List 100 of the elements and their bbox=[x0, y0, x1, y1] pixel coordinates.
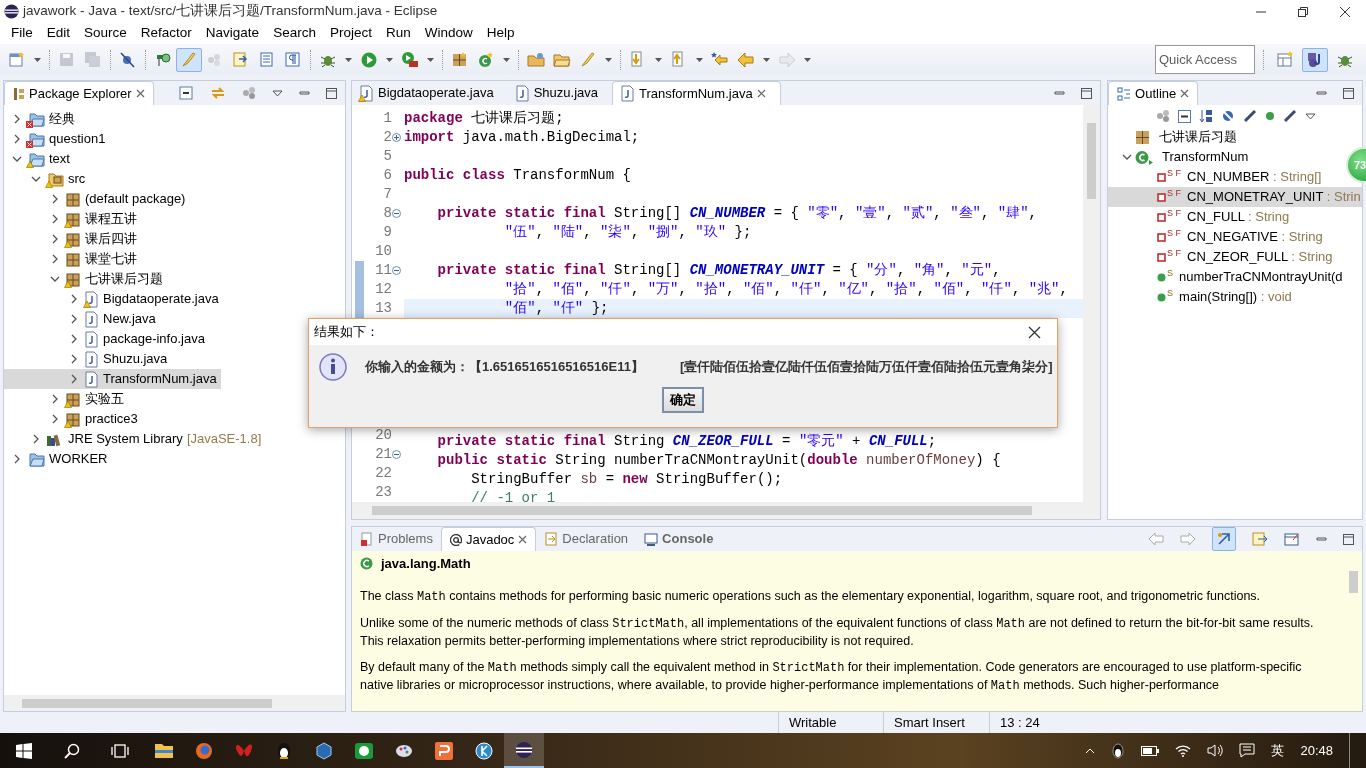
tree-item[interactable]: src bbox=[4, 169, 90, 189]
outline-item[interactable]: S main(String[]) : void bbox=[1108, 287, 1296, 307]
close-icon[interactable] bbox=[1180, 89, 1190, 98]
tree-item[interactable]: JRE System Library [JavaSE-1.8] bbox=[4, 429, 266, 449]
speaker-icon[interactable] bbox=[1207, 744, 1224, 757]
menu-item[interactable]: Window bbox=[417, 22, 480, 44]
outline-item[interactable]: S F CN_ZEOR_FULL : String bbox=[1108, 247, 1337, 267]
menu-item[interactable]: File bbox=[4, 22, 40, 44]
input-method-indicator[interactable]: 英 bbox=[1271, 740, 1285, 761]
tree-item[interactable]: package-info.java bbox=[4, 329, 209, 349]
outline-item[interactable]: S F CN_NUMBER : String[] bbox=[1108, 167, 1326, 187]
chevron-right-icon[interactable] bbox=[69, 294, 79, 304]
editor-tab[interactable]: Bigdataoperate.java bbox=[352, 81, 508, 105]
view-tab[interactable]: Outline bbox=[1108, 81, 1199, 105]
clock[interactable]: 20:48 bbox=[1300, 740, 1333, 761]
tree-item[interactable]: 经典 bbox=[4, 109, 79, 129]
menu-item[interactable]: Run bbox=[378, 22, 418, 44]
chevron-right-icon[interactable] bbox=[69, 354, 79, 364]
minimize-icon[interactable] bbox=[299, 88, 310, 98]
fold-minus-icon[interactable] bbox=[392, 450, 401, 460]
chevron-right-icon[interactable] bbox=[12, 454, 22, 464]
tree-item[interactable]: 课堂七讲 bbox=[4, 249, 141, 269]
close-icon[interactable] bbox=[1340, 6, 1350, 17]
minimize-icon[interactable] bbox=[1316, 534, 1327, 544]
tree-item[interactable]: Bigdataoperate.java bbox=[4, 289, 223, 309]
collapse-all-icon[interactable] bbox=[179, 86, 194, 100]
dropdown-caret-icon[interactable] bbox=[34, 57, 41, 62]
dropdown-caret-icon[interactable] bbox=[696, 57, 703, 62]
link-selection-icon[interactable] bbox=[1216, 531, 1232, 547]
taskbar-app[interactable] bbox=[504, 733, 544, 768]
minimize-icon[interactable] bbox=[1316, 88, 1327, 98]
outline-item[interactable]: S F CN_MONETRAY_UNIT : Strin bbox=[1108, 187, 1362, 207]
chevron-down-icon[interactable] bbox=[50, 274, 60, 284]
restore-icon[interactable] bbox=[1298, 6, 1308, 17]
menu-item[interactable]: Navigate bbox=[198, 22, 267, 44]
tree-item[interactable]: text bbox=[4, 149, 74, 169]
outline-item[interactable]: S numberTraCNMontrayUnit(d bbox=[1108, 267, 1347, 287]
menu-item[interactable]: Project bbox=[322, 22, 379, 44]
view-tab[interactable]: Declaration bbox=[536, 527, 637, 551]
open-declaration-icon[interactable] bbox=[1252, 532, 1268, 546]
chevron-right-icon[interactable] bbox=[12, 114, 22, 124]
tree-item[interactable]: 实验五 bbox=[4, 389, 128, 409]
chevron-down-icon[interactable] bbox=[1122, 152, 1133, 162]
tree-item[interactable]: 课后四讲 bbox=[4, 229, 141, 249]
close-icon[interactable] bbox=[518, 535, 528, 544]
round-dot-icon[interactable] bbox=[1265, 111, 1276, 121]
maximize-icon[interactable] bbox=[1081, 87, 1093, 99]
outline-item[interactable]: S F CN_NEGATIVE : String bbox=[1108, 227, 1327, 247]
menu-item[interactable]: Help bbox=[479, 22, 522, 44]
chevron-down-icon[interactable] bbox=[12, 154, 22, 164]
view-menu-icon[interactable] bbox=[272, 89, 283, 97]
open-external-icon[interactable] bbox=[1284, 532, 1300, 546]
dropdown-caret-icon[interactable] bbox=[503, 57, 510, 62]
chevron-right-icon[interactable] bbox=[50, 254, 60, 264]
tree-item[interactable]: (default package) bbox=[4, 189, 190, 209]
chevron-right-icon[interactable] bbox=[50, 194, 60, 204]
menu-item[interactable]: Refactor bbox=[133, 22, 199, 44]
scrollbar-thumb[interactable] bbox=[372, 506, 1032, 516]
view-tab[interactable]: Package Explorer bbox=[4, 81, 154, 105]
dropdown-caret-icon[interactable] bbox=[386, 57, 393, 62]
dots-icon[interactable] bbox=[1156, 109, 1171, 123]
dropdown-caret-icon[interactable] bbox=[655, 57, 662, 62]
wifi-icon[interactable] bbox=[1175, 744, 1192, 757]
view-tab[interactable]: Javadoc bbox=[440, 527, 537, 551]
menu-item[interactable]: Source bbox=[77, 22, 134, 44]
close-icon[interactable] bbox=[135, 89, 145, 98]
view-menu-icon[interactable] bbox=[1305, 112, 1317, 120]
close-icon[interactable] bbox=[1028, 325, 1041, 339]
tree-item[interactable]: TransformNum.java bbox=[4, 369, 221, 389]
fold-plus-icon[interactable] bbox=[392, 133, 401, 142]
dots-icon[interactable] bbox=[242, 86, 256, 100]
maximize-icon[interactable] bbox=[1343, 533, 1354, 545]
close-icon[interactable] bbox=[756, 89, 766, 98]
ok-button[interactable]: 确定 bbox=[662, 387, 704, 413]
chevron-right-icon[interactable] bbox=[50, 394, 60, 404]
perspective-button[interactable] bbox=[1302, 47, 1328, 72]
tree-item[interactable]: Shuzu.java bbox=[4, 349, 172, 369]
editor-tab[interactable]: Shuzu.java bbox=[507, 81, 612, 105]
chevron-right-icon[interactable] bbox=[50, 414, 60, 424]
sort-icon[interactable] bbox=[1199, 109, 1214, 123]
penguin-icon[interactable] bbox=[1111, 742, 1126, 759]
tree-item[interactable]: New.java bbox=[4, 309, 160, 329]
notification-icon[interactable] bbox=[1239, 743, 1256, 758]
outline-item[interactable]: S F CN_FULL : String bbox=[1108, 207, 1294, 227]
battery-icon[interactable] bbox=[1141, 745, 1160, 756]
menu-item[interactable]: Edit bbox=[39, 22, 78, 44]
menu-item[interactable]: Search bbox=[266, 22, 323, 44]
fold-minus-icon[interactable] bbox=[392, 266, 401, 275]
chevron-down-icon[interactable] bbox=[31, 174, 41, 184]
hide-fields-icon[interactable] bbox=[1221, 109, 1236, 123]
chevron-up-icon[interactable] bbox=[1085, 747, 1096, 754]
scrollbar-thumb[interactable] bbox=[1087, 123, 1097, 199]
chevron-right-icon[interactable] bbox=[50, 234, 60, 244]
collapse-all-icon[interactable] bbox=[1178, 109, 1192, 123]
chevron-right-icon[interactable] bbox=[69, 314, 79, 324]
scrollbar-thumb[interactable] bbox=[1349, 571, 1358, 593]
tree-item[interactable]: practice3 bbox=[4, 409, 142, 429]
view-tab[interactable]: Console bbox=[636, 527, 722, 551]
fold-minus-icon[interactable] bbox=[392, 209, 401, 218]
chevron-right-icon[interactable] bbox=[69, 334, 79, 344]
